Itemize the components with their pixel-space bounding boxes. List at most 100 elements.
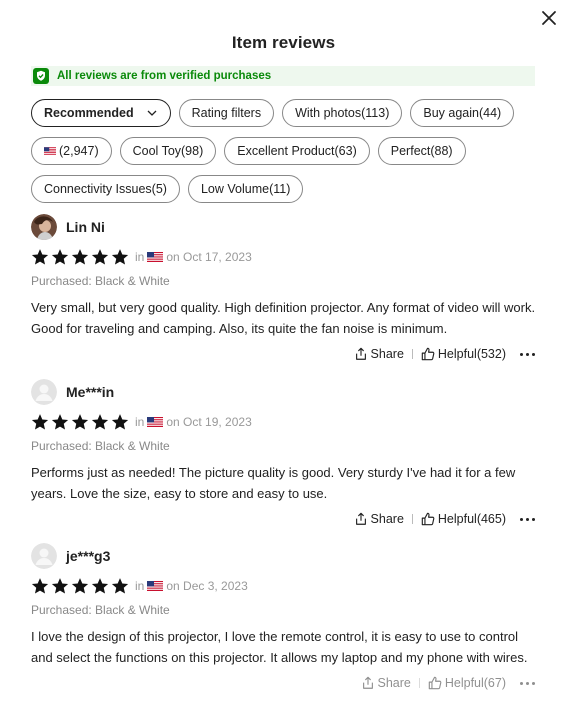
reviewer-name: je***g3: [66, 548, 111, 564]
star-rating: [31, 577, 129, 595]
purchased-variant: Purchased: Black & White: [31, 439, 170, 453]
shield-check-icon: [33, 68, 49, 84]
us-flag-icon: [147, 581, 163, 591]
review-text: Performs just as needed! The picture qua…: [31, 465, 516, 501]
divider: [418, 678, 420, 688]
star-icon: [31, 248, 49, 266]
chip-connectivity-issues[interactable]: Connectivity Issues(5): [31, 175, 180, 203]
thumbs-up-icon: [421, 512, 435, 526]
helpful-label: Helpful(67): [444, 676, 506, 690]
chip-label: Cool Toy(98): [132, 144, 204, 158]
rating-line: in on Oct 17, 2023: [31, 248, 536, 266]
share-button[interactable]: Share: [354, 347, 404, 361]
in-label: in: [135, 250, 145, 264]
divider: [411, 349, 413, 359]
purchased-variant: Purchased: Black & White: [31, 603, 170, 617]
helpful-button[interactable]: Helpful(67): [428, 676, 506, 690]
chip-label: Connectivity Issues(5): [44, 182, 167, 196]
thumbs-up-icon: [428, 676, 442, 690]
review-meta: in on Oct 19, 2023: [135, 415, 252, 429]
helpful-label: Helpful(532): [437, 347, 506, 361]
chip-label: (2,947): [59, 144, 99, 158]
star-icon: [51, 248, 69, 266]
star-icon: [91, 577, 109, 595]
close-button[interactable]: [539, 8, 559, 28]
review-card: je***g3 in on Dec 3, 2023 Purchased: Bla…: [31, 542, 536, 692]
star-icon: [51, 577, 69, 595]
chip-label: Excellent Product(63): [237, 144, 357, 158]
purchased-variant: Purchased: Black & White: [31, 274, 170, 288]
rating-line: in on Dec 3, 2023: [31, 577, 536, 595]
thumbs-up-icon: [421, 347, 435, 361]
chip-low-volume[interactable]: Low Volume(11): [187, 175, 304, 203]
filter-chips: Recommended Rating filters With photos(1…: [31, 99, 541, 213]
star-icon: [71, 413, 89, 431]
more-options-icon[interactable]: [518, 681, 536, 685]
more-options-icon[interactable]: [518, 517, 536, 521]
star-icon: [51, 413, 69, 431]
us-flag-icon: [147, 252, 163, 262]
share-button[interactable]: Share: [354, 512, 404, 526]
us-flag-icon: [147, 417, 163, 427]
chip-us-reviews[interactable]: (2,947): [31, 137, 112, 165]
review-actions: Share Helpful(465): [31, 510, 536, 528]
chip-perfect[interactable]: Perfect(88): [377, 137, 466, 165]
review-date: on Oct 17, 2023: [166, 250, 252, 264]
star-icon: [111, 577, 129, 595]
chip-rating-filters[interactable]: Rating filters: [178, 99, 275, 127]
avatar[interactable]: [31, 214, 57, 240]
star-rating: [31, 248, 129, 266]
review-card: Lin Ni in on Oct 17, 2023 Purchased: Bla…: [31, 213, 536, 363]
star-icon: [71, 248, 89, 266]
star-icon: [91, 248, 109, 266]
us-flag-icon: [44, 147, 56, 155]
sort-dropdown[interactable]: Recommended: [31, 99, 171, 127]
review-card: Me***in in on Oct 19, 2023 Purchased: Bl…: [31, 378, 536, 528]
star-icon: [71, 577, 89, 595]
star-icon: [31, 413, 49, 431]
review-meta: in on Dec 3, 2023: [135, 579, 248, 593]
chip-label: Perfect(88): [390, 144, 453, 158]
share-button[interactable]: Share: [361, 676, 411, 690]
review-actions: Share Helpful(532): [31, 345, 536, 363]
star-icon: [91, 413, 109, 431]
close-icon: [542, 11, 556, 25]
avatar[interactable]: [31, 379, 57, 405]
reviewer: Me***in: [31, 378, 536, 406]
chip-buy-again[interactable]: Buy again(44): [410, 99, 515, 127]
star-icon: [111, 248, 129, 266]
review-actions: Share Helpful(67): [31, 674, 536, 692]
chip-with-photos[interactable]: With photos(113): [282, 99, 403, 127]
review-text: I love the design of this projector, I l…: [31, 629, 528, 665]
sort-label: Recommended: [44, 106, 134, 120]
star-icon: [111, 413, 129, 431]
in-label: in: [135, 415, 145, 429]
share-icon: [354, 347, 368, 361]
share-label: Share: [370, 347, 404, 361]
helpful-label: Helpful(465): [437, 512, 506, 526]
reviewer: Lin Ni: [31, 213, 536, 241]
rating-line: in on Oct 19, 2023: [31, 413, 536, 431]
verified-banner: All reviews are from verified purchases: [31, 66, 535, 86]
page-title: Item reviews: [231, 33, 336, 52]
avatar[interactable]: [31, 543, 57, 569]
share-label: Share: [377, 676, 411, 690]
helpful-button[interactable]: Helpful(465): [421, 512, 506, 526]
reviewer: je***g3: [31, 542, 536, 570]
reviewer-name: Lin Ni: [66, 219, 105, 235]
chip-label: Rating filters: [191, 106, 262, 120]
helpful-button[interactable]: Helpful(532): [421, 347, 506, 361]
verified-text: All reviews are from verified purchases: [57, 70, 272, 82]
review-date: on Oct 19, 2023: [166, 415, 252, 429]
chip-excellent-product[interactable]: Excellent Product(63): [224, 137, 370, 165]
more-options-icon[interactable]: [518, 352, 536, 356]
in-label: in: [135, 579, 145, 593]
review-text: Very small, but very good quality. High …: [31, 300, 536, 336]
reviewer-name: Me***in: [66, 384, 115, 400]
divider: [411, 514, 413, 524]
chip-label: Low Volume(11): [200, 182, 291, 196]
chip-cool-toy[interactable]: Cool Toy(98): [119, 137, 217, 165]
review-meta: in on Oct 17, 2023: [135, 250, 252, 264]
chip-label: With photos(113): [295, 106, 390, 120]
share-icon: [354, 512, 368, 526]
